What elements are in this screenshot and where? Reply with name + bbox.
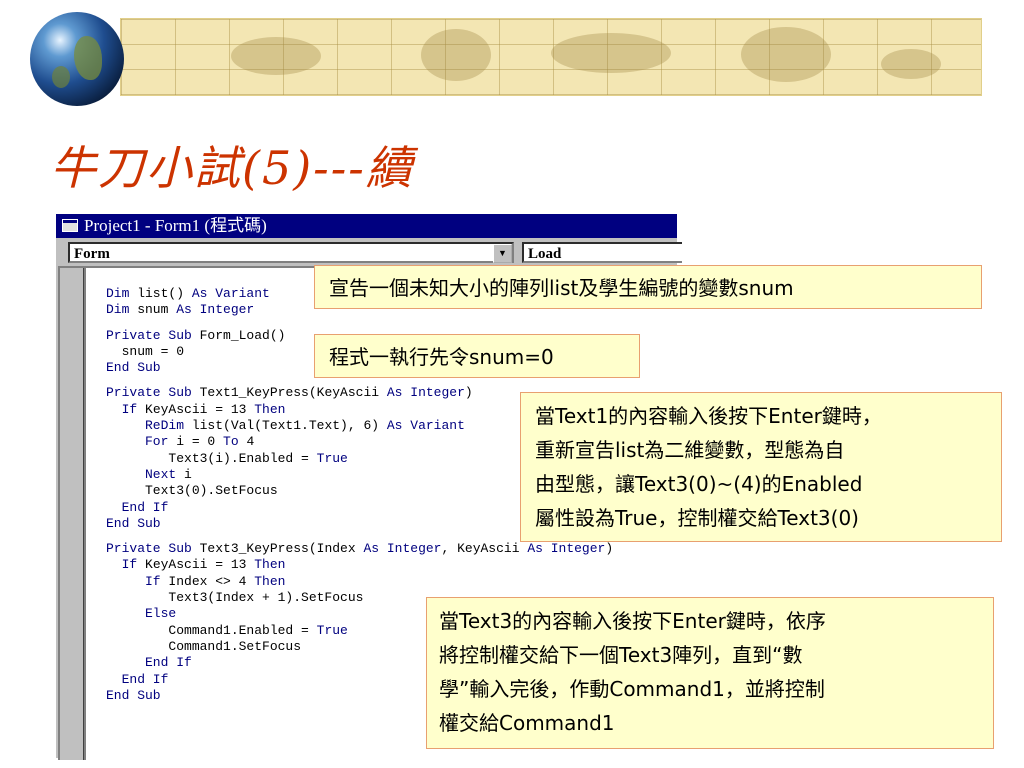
code-keyword: Then <box>254 573 286 589</box>
object-combo[interactable]: Form ▼ <box>68 242 514 263</box>
code-token: Text3_KeyPress(Index <box>191 541 364 557</box>
code-keyword: Private Sub <box>106 541 192 557</box>
code-keyword: As Variant <box>386 418 465 434</box>
code-line: Private Sub Text3_KeyPress(Index As Inte… <box>106 541 613 557</box>
globe-icon <box>30 12 124 106</box>
code-keyword: As Integer <box>176 302 255 318</box>
map-shape <box>881 49 941 79</box>
slide-title: 牛刀小試(5)---續 <box>50 141 414 195</box>
callout-declare: 宣告一個未知大小的陣列list及學生編號的變數snum <box>314 265 982 309</box>
code-token: Text3(Index + 1).SetFocus <box>106 590 364 606</box>
code-keyword: As Variant <box>191 286 270 301</box>
callout-line: 程式一執行先令snum=0 <box>329 345 554 369</box>
callout-line: 將控制權交給下一個Text3陣列，直到“數 <box>439 643 803 667</box>
code-token: ) <box>464 385 473 401</box>
callout-line: 宣告一個未知大小的陣列list及學生編號的變數snum <box>329 276 794 300</box>
callout-line: 屬性設為True，控制權交給Text3(0) <box>535 506 859 530</box>
code-keyword: As Integer <box>386 385 465 401</box>
callout-line: 學”輸入完後，作動Command1，並將控制 <box>439 677 825 701</box>
code-keyword: Private Sub <box>106 327 192 343</box>
code-token: 4 <box>238 434 255 450</box>
map-shape <box>551 33 671 73</box>
code-keyword: End Sub <box>106 515 161 531</box>
procedure-combo-value: Load <box>528 246 562 262</box>
map-shape <box>421 29 491 81</box>
callout-line: 由型態，讓Text3(0)~(4)的Enabled <box>535 472 863 496</box>
code-token: Text1_KeyPress(KeyAscii <box>191 385 387 401</box>
code-token: Index <> 4 <box>160 573 255 589</box>
code-token: i = 0 <box>168 434 224 450</box>
code-token: Command1.Enabled = <box>106 622 317 638</box>
code-token: i <box>176 466 192 482</box>
callout-line: 當Text1的內容輸入後按下Enter鍵時， <box>535 404 882 428</box>
chevron-down-icon[interactable]: ▼ <box>493 244 512 263</box>
procedure-combo[interactable]: Load <box>522 242 682 263</box>
code-keyword: Then <box>254 557 286 573</box>
callout-line: 權交給Command1 <box>439 711 615 735</box>
header-banner <box>120 18 982 96</box>
code-token: KeyAscii = 13 <box>137 401 255 417</box>
code-token: list() <box>129 286 192 301</box>
code-token: Form_Load() <box>191 327 286 343</box>
code-token: snum = 0 <box>106 343 185 359</box>
code-keyword: To <box>223 434 239 450</box>
code-keyword: True <box>316 450 348 466</box>
code-token: KeyAscii = 13 <box>137 557 255 573</box>
code-keyword: As Integer <box>527 541 606 557</box>
code-token: snum <box>129 302 177 318</box>
code-keyword: True <box>316 622 348 638</box>
code-keyword: If <box>106 573 161 589</box>
object-combo-value: Form <box>74 246 110 262</box>
code-keyword: If <box>106 557 138 573</box>
callout-text1-keypress: 當Text1的內容輸入後按下Enter鍵時， 重新宣告list為二維變數，型態為… <box>520 392 1002 542</box>
callout-line: 重新宣告list為二維變數，型態為自 <box>535 438 845 462</box>
globe-continent <box>74 36 102 80</box>
code-line: If Index <> 4 Then <box>106 574 613 590</box>
code-keyword: For <box>106 434 169 450</box>
callout-init: 程式一執行先令snum=0 <box>314 334 640 378</box>
callout-line: 當Text3的內容輸入後按下Enter鍵時，依序 <box>439 609 826 633</box>
combo-bar: Form ▼ Load <box>56 240 682 266</box>
code-keyword: Next <box>106 466 177 482</box>
map-shape <box>741 27 831 82</box>
code-keyword: Then <box>254 401 286 417</box>
code-keyword: If <box>106 401 138 417</box>
code-token: , KeyAscii <box>441 541 528 557</box>
code-token: list(Val(Text1.Text), 6) <box>184 418 387 434</box>
code-keyword: End If <box>106 499 169 515</box>
code-keyword: End If <box>106 655 192 671</box>
globe-continent <box>52 66 70 88</box>
code-keyword: End If <box>106 671 169 687</box>
code-token: Text3(i).Enabled = <box>106 450 317 466</box>
code-token: Text3(0).SetFocus <box>106 483 278 499</box>
code-keyword: Dim <box>106 286 130 301</box>
window-title: Project1 - Form1 (程式碼) <box>84 216 267 235</box>
code-keyword: End Sub <box>106 360 161 376</box>
map-shape <box>231 37 321 75</box>
callout-text3-keypress: 當Text3的內容輸入後按下Enter鍵時，依序 將控制權交給下一個Text3陣… <box>426 597 994 749</box>
code-keyword: ReDim <box>106 418 185 434</box>
code-keyword: Private Sub <box>106 385 192 401</box>
code-keyword: As Integer <box>363 541 442 557</box>
code-keyword: End Sub <box>106 687 161 703</box>
code-keyword: Else <box>106 606 177 622</box>
code-line: If KeyAscii = 13 Then <box>106 557 613 573</box>
window-titlebar[interactable]: Project1 - Form1 (程式碼) <box>56 214 677 238</box>
code-token: Command1.SetFocus <box>106 638 302 654</box>
code-token: ) <box>605 541 614 557</box>
editor-margin[interactable] <box>60 268 86 760</box>
form-icon <box>62 219 78 232</box>
code-keyword: Dim <box>106 302 130 318</box>
